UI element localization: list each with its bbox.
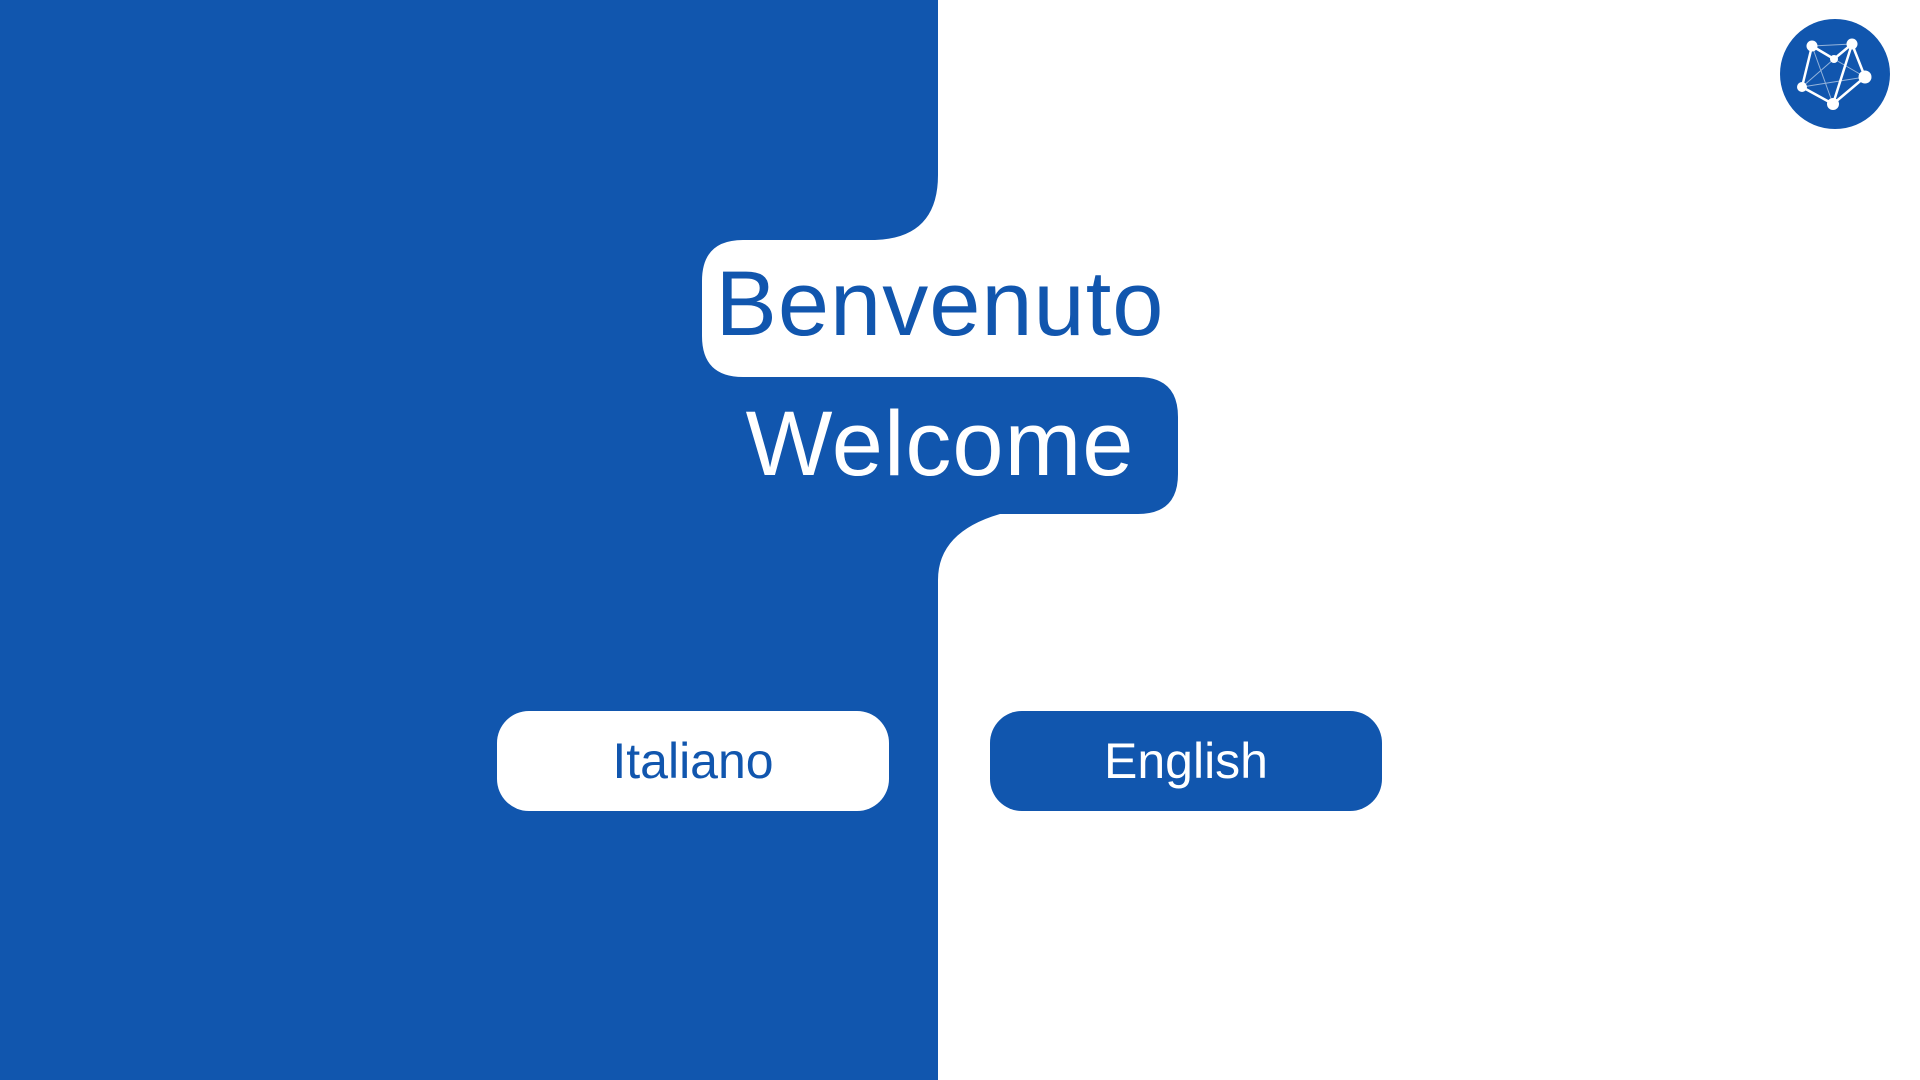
split-background bbox=[0, 0, 1178, 1080]
network-nodes-icon bbox=[1797, 38, 1872, 110]
italian-language-button[interactable]: Italiano bbox=[497, 711, 889, 811]
welcome-screen: Benvenuto Welcome Italiano English bbox=[0, 0, 1920, 1080]
english-language-button[interactable]: English bbox=[990, 711, 1382, 811]
app-logo bbox=[1780, 19, 1890, 129]
welcome-title-english: Welcome bbox=[745, 393, 1135, 495]
welcome-title-italian: Benvenuto bbox=[715, 253, 1165, 355]
